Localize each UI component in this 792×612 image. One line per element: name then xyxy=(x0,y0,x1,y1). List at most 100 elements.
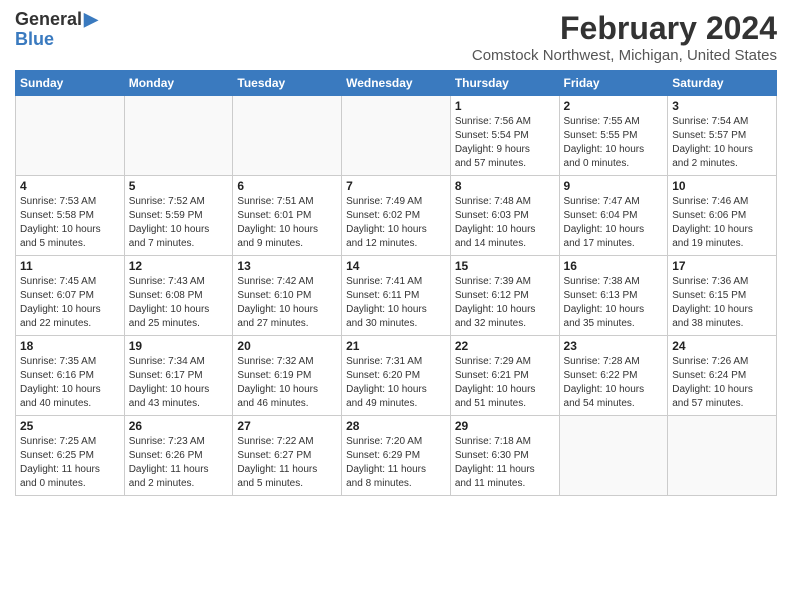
calendar-cell: 14 Sunrise: 7:41 AMSunset: 6:11 PMDayligh… xyxy=(342,256,451,336)
calendar-cell: 5Sunrise: 7:52 AMSunset: 5:59 PMDaylight… xyxy=(124,176,233,256)
calendar-cell: 28 Sunrise: 7:20 AMSunset: 6:29 PMDayligh… xyxy=(342,416,451,496)
day-number: 27 xyxy=(237,419,337,433)
day-info: Sunrise: 7:42 AMSunset: 6:10 PMDaylight:… xyxy=(237,275,337,331)
day-info: Sunrise: 7:32 AMSunset: 6:19 PMDaylight:… xyxy=(237,355,337,411)
day-number: 29 xyxy=(455,419,555,433)
calendar-cell: 6 Sunrise: 7:51 AMSunset: 6:01 PMDaylight… xyxy=(233,176,342,256)
day-number: 28 xyxy=(346,419,446,433)
calendar-cell: 20 Sunrise: 7:32 AMSunset: 6:19 PMDayligh… xyxy=(233,336,342,416)
day-number: 8 xyxy=(455,179,555,193)
calendar-cell: 15Sunrise: 7:39 AMSunset: 6:12 PMDayligh… xyxy=(450,256,559,336)
day-number: 23 xyxy=(564,339,664,353)
calendar-cell: 23 Sunrise: 7:28 AMSunset: 6:22 PMDayligh… xyxy=(559,336,668,416)
page-title: February 2024 xyxy=(472,10,777,47)
calendar-cell: 7 Sunrise: 7:49 AMSunset: 6:02 PMDaylight… xyxy=(342,176,451,256)
day-info: Sunrise: 7:18 AMSunset: 6:30 PMDaylight:… xyxy=(455,435,555,491)
calendar-cell: 8 Sunrise: 7:48 AMSunset: 6:03 PMDaylight… xyxy=(450,176,559,256)
day-info: Sunrise: 7:29 AMSunset: 6:21 PMDaylight:… xyxy=(455,355,555,411)
calendar-cell: 18 Sunrise: 7:35 AMSunset: 6:16 PMDayligh… xyxy=(16,336,125,416)
calendar-cell: 13 Sunrise: 7:42 AMSunset: 6:10 PMDayligh… xyxy=(233,256,342,336)
calendar-cell: 2Sunrise: 7:55 AMSunset: 5:55 PMDaylight… xyxy=(559,96,668,176)
calendar-cell: 16 Sunrise: 7:38 AMSunset: 6:13 PMDayligh… xyxy=(559,256,668,336)
calendar-week-row-5: 25 Sunrise: 7:25 AMSunset: 6:25 PMDayligh… xyxy=(16,416,777,496)
day-number: 25 xyxy=(20,419,120,433)
calendar-week-row-4: 18 Sunrise: 7:35 AMSunset: 6:16 PMDayligh… xyxy=(16,336,777,416)
day-info: Sunrise: 7:41 AMSunset: 6:11 PMDaylight:… xyxy=(346,275,446,331)
day-number: 7 xyxy=(346,179,446,193)
calendar-cell: 19 Sunrise: 7:34 AMSunset: 6:17 PMDayligh… xyxy=(124,336,233,416)
day-info: Sunrise: 7:47 AMSunset: 6:04 PMDaylight:… xyxy=(564,195,664,251)
calendar-cell xyxy=(16,96,125,176)
day-info: Sunrise: 7:48 AMSunset: 6:03 PMDaylight:… xyxy=(455,195,555,251)
day-number: 6 xyxy=(237,179,337,193)
calendar-week-row-3: 11 Sunrise: 7:45 AMSunset: 6:07 PMDayligh… xyxy=(16,256,777,336)
calendar-header-friday: Friday xyxy=(559,71,668,96)
day-info: Sunrise: 7:38 AMSunset: 6:13 PMDaylight:… xyxy=(564,275,664,331)
calendar-cell: 1 Sunrise: 7:56 AMSunset: 5:54 PMDaylight… xyxy=(450,96,559,176)
day-number: 17 xyxy=(672,259,772,273)
day-number: 24 xyxy=(672,339,772,353)
day-info: Sunrise: 7:43 AMSunset: 6:08 PMDaylight:… xyxy=(129,275,229,331)
calendar-cell: 9 Sunrise: 7:47 AMSunset: 6:04 PMDaylight… xyxy=(559,176,668,256)
day-number: 14 xyxy=(346,259,446,273)
day-info: Sunrise: 7:22 AMSunset: 6:27 PMDaylight:… xyxy=(237,435,337,491)
day-info: Sunrise: 7:56 AMSunset: 5:54 PMDaylight:… xyxy=(455,115,555,171)
day-info: Sunrise: 7:51 AMSunset: 6:01 PMDaylight:… xyxy=(237,195,337,251)
header: General▶ Blue February 2024 Comstock Nor… xyxy=(15,10,777,64)
day-number: 20 xyxy=(237,339,337,353)
calendar-header-row: SundayMondayTuesdayWednesdayThursdayFrid… xyxy=(16,71,777,96)
day-info: Sunrise: 7:28 AMSunset: 6:22 PMDaylight:… xyxy=(564,355,664,411)
calendar-cell: 21 Sunrise: 7:31 AMSunset: 6:20 PMDayligh… xyxy=(342,336,451,416)
day-number: 1 xyxy=(455,99,555,113)
day-number: 19 xyxy=(129,339,229,353)
logo-blue: Blue xyxy=(15,30,54,50)
calendar-header-monday: Monday xyxy=(124,71,233,96)
calendar-header-thursday: Thursday xyxy=(450,71,559,96)
calendar-header-tuesday: Tuesday xyxy=(233,71,342,96)
calendar-cell: 12 Sunrise: 7:43 AMSunset: 6:08 PMDayligh… xyxy=(124,256,233,336)
day-number: 4 xyxy=(20,179,120,193)
day-number: 13 xyxy=(237,259,337,273)
day-info: Sunrise: 7:26 AMSunset: 6:24 PMDaylight:… xyxy=(672,355,772,411)
calendar-cell: 25 Sunrise: 7:25 AMSunset: 6:25 PMDayligh… xyxy=(16,416,125,496)
calendar-cell xyxy=(559,416,668,496)
day-number: 12 xyxy=(129,259,229,273)
title-area: February 2024 Comstock Northwest, Michig… xyxy=(472,10,777,64)
calendar-cell: 11 Sunrise: 7:45 AMSunset: 6:07 PMDayligh… xyxy=(16,256,125,336)
calendar-week-row-2: 4 Sunrise: 7:53 AMSunset: 5:58 PMDaylight… xyxy=(16,176,777,256)
day-number: 5 xyxy=(129,179,229,193)
day-info: Sunrise: 7:36 AMSunset: 6:15 PMDaylight:… xyxy=(672,275,772,331)
day-info: Sunrise: 7:31 AMSunset: 6:20 PMDaylight:… xyxy=(346,355,446,411)
day-info: Sunrise: 7:46 AMSunset: 6:06 PMDaylight:… xyxy=(672,195,772,251)
calendar-cell xyxy=(124,96,233,176)
day-info: Sunrise: 7:25 AMSunset: 6:25 PMDaylight:… xyxy=(20,435,120,491)
day-number: 9 xyxy=(564,179,664,193)
page-subtitle: Comstock Northwest, Michigan, United Sta… xyxy=(472,47,777,64)
calendar-cell: 4 Sunrise: 7:53 AMSunset: 5:58 PMDaylight… xyxy=(16,176,125,256)
calendar-cell: 17 Sunrise: 7:36 AMSunset: 6:15 PMDayligh… xyxy=(668,256,777,336)
day-number: 22 xyxy=(455,339,555,353)
day-number: 11 xyxy=(20,259,120,273)
day-number: 18 xyxy=(20,339,120,353)
day-number: 2 xyxy=(564,99,664,113)
calendar-cell: 24 Sunrise: 7:26 AMSunset: 6:24 PMDayligh… xyxy=(668,336,777,416)
calendar-cell xyxy=(668,416,777,496)
day-number: 16 xyxy=(564,259,664,273)
day-number: 26 xyxy=(129,419,229,433)
day-number: 21 xyxy=(346,339,446,353)
day-info: Sunrise: 7:23 AMSunset: 6:26 PMDaylight:… xyxy=(129,435,229,491)
day-info: Sunrise: 7:34 AMSunset: 6:17 PMDaylight:… xyxy=(129,355,229,411)
calendar-cell: 22 Sunrise: 7:29 AMSunset: 6:21 PMDayligh… xyxy=(450,336,559,416)
day-info: Sunrise: 7:45 AMSunset: 6:07 PMDaylight:… xyxy=(20,275,120,331)
calendar-cell: 29 Sunrise: 7:18 AMSunset: 6:30 PMDayligh… xyxy=(450,416,559,496)
day-info: Sunrise: 7:39 AMSunset: 6:12 PMDaylight:… xyxy=(455,275,555,331)
day-info: Sunrise: 7:53 AMSunset: 5:58 PMDaylight:… xyxy=(20,195,120,251)
calendar-cell xyxy=(233,96,342,176)
calendar-header-sunday: Sunday xyxy=(16,71,125,96)
day-info: Sunrise: 7:49 AMSunset: 6:02 PMDaylight:… xyxy=(346,195,446,251)
day-info: Sunrise: 7:35 AMSunset: 6:16 PMDaylight:… xyxy=(20,355,120,411)
calendar-cell: 3Sunrise: 7:54 AMSunset: 5:57 PMDaylight… xyxy=(668,96,777,176)
calendar-cell xyxy=(342,96,451,176)
calendar-header-wednesday: Wednesday xyxy=(342,71,451,96)
day-info: Sunrise: 7:20 AMSunset: 6:29 PMDaylight:… xyxy=(346,435,446,491)
